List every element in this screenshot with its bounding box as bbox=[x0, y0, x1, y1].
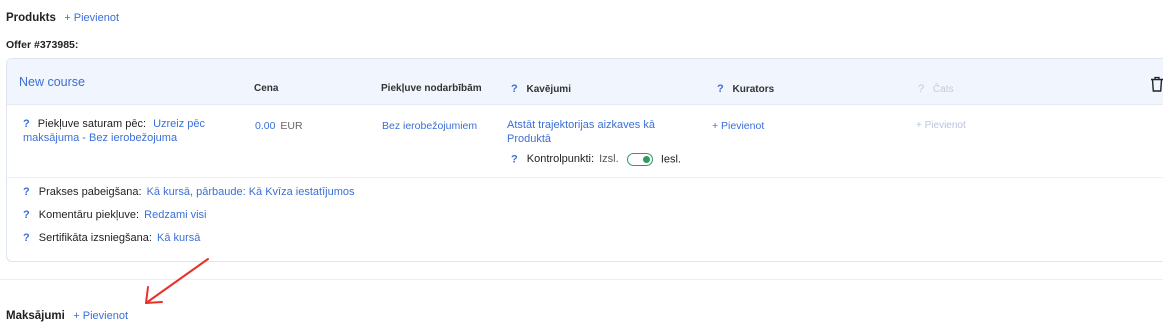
price-currency: EUR bbox=[280, 120, 303, 132]
access-after-cell: ? Piekļuve saturam pēc: Uzreiz pēc maksā… bbox=[23, 117, 238, 145]
delays-column-header: ? Kavējumi bbox=[511, 83, 571, 95]
checkpoints-toggle[interactable] bbox=[626, 153, 653, 166]
comment-access-value-link[interactable]: Redzami visi bbox=[144, 209, 206, 221]
add-product-link[interactable]: + Pievienot bbox=[64, 12, 119, 24]
certificate-issue-setting: ? Sertifikāta izsniegšana: Kā kursā bbox=[23, 232, 200, 244]
course-card-header bbox=[7, 59, 1163, 105]
access-after-separator: - bbox=[79, 132, 90, 144]
delays-header-label: Kavējumi bbox=[526, 84, 571, 95]
add-curator-link[interactable]: + Pievienot bbox=[712, 120, 764, 132]
products-section-header: Produkts + Pievienot bbox=[6, 8, 119, 26]
practice-completion-value-link[interactable]: Kā kursā, pārbaude: Kā Kvīza iestatījumo… bbox=[147, 186, 355, 198]
chat-header-label: Čats bbox=[932, 84, 954, 95]
checkpoints-label: Kontrolpunkti: bbox=[526, 153, 595, 166]
course-card: New course Cena Piekļuve nodarbībām ? Ka… bbox=[6, 58, 1163, 262]
curators-help-icon[interactable]: ? bbox=[717, 83, 724, 95]
price-column-header: Cena bbox=[254, 83, 279, 94]
access-after-value2-link[interactable]: Bez ierobežojuma bbox=[89, 132, 177, 144]
comment-access-label: Komentāru piekļuve: bbox=[38, 209, 140, 221]
lesson-access-link[interactable]: Bez ierobežojumiem bbox=[382, 120, 477, 132]
add-payment-link[interactable]: + Pievienot bbox=[73, 310, 128, 322]
offer-title: Offer #373985: bbox=[6, 39, 79, 51]
price-value: 0.00 bbox=[255, 120, 276, 132]
curators-header-label: Kurators bbox=[732, 84, 775, 95]
payments-section-header: Maksājumi + Pievienot bbox=[6, 306, 128, 324]
access-column-header: Piekļuve nodarbībām bbox=[381, 83, 482, 94]
products-title: Produkts bbox=[6, 12, 56, 24]
practice-completion-setting: ? Prakses pabeigšana: Kā kursā, pārbaude… bbox=[23, 186, 354, 198]
course-name-link[interactable]: New course bbox=[19, 75, 85, 89]
certificate-issue-help-icon[interactable]: ? bbox=[23, 232, 30, 244]
payments-title: Maksājumi bbox=[6, 310, 65, 322]
delays-value-link[interactable]: Atstāt trajektorijas aizkaves kā Produkt… bbox=[507, 118, 692, 146]
chat-help-icon[interactable]: ? bbox=[918, 83, 924, 95]
access-after-help-icon[interactable]: ? bbox=[23, 118, 30, 130]
delays-help-icon[interactable]: ? bbox=[511, 83, 518, 95]
access-after-label: Piekļuve saturam pēc: bbox=[37, 118, 147, 130]
checkpoints-toggle-knob bbox=[642, 155, 650, 163]
comment-access-help-icon[interactable]: ? bbox=[23, 209, 30, 221]
chat-column-header: ? Čats bbox=[918, 83, 953, 95]
certificate-issue-label: Sertifikāta izsniegšana: bbox=[38, 232, 152, 244]
price-cell[interactable]: 0.00 EUR bbox=[255, 120, 303, 132]
practice-completion-help-icon[interactable]: ? bbox=[23, 186, 30, 198]
curators-column-header: ? Kurators bbox=[717, 83, 774, 95]
add-chat-link[interactable]: + Pievienot bbox=[916, 120, 966, 131]
checkpoints-help-icon[interactable]: ? bbox=[511, 153, 518, 165]
checkpoints-on-label: Iesl. bbox=[660, 153, 681, 166]
checkpoints-toggle-row: ? Kontrolpunkti: Izsl. Iesl. bbox=[511, 153, 681, 166]
certificate-issue-value-link[interactable]: Kā kursā bbox=[157, 232, 200, 244]
practice-completion-label: Prakses pabeigšana: bbox=[38, 186, 142, 198]
trash-icon[interactable] bbox=[1150, 76, 1163, 92]
annotation-arrow-icon bbox=[145, 258, 209, 304]
comment-access-setting: ? Komentāru piekļuve: Redzami visi bbox=[23, 209, 207, 221]
checkpoints-off-label: Izsl. bbox=[599, 153, 619, 166]
row-divider bbox=[7, 177, 1163, 178]
